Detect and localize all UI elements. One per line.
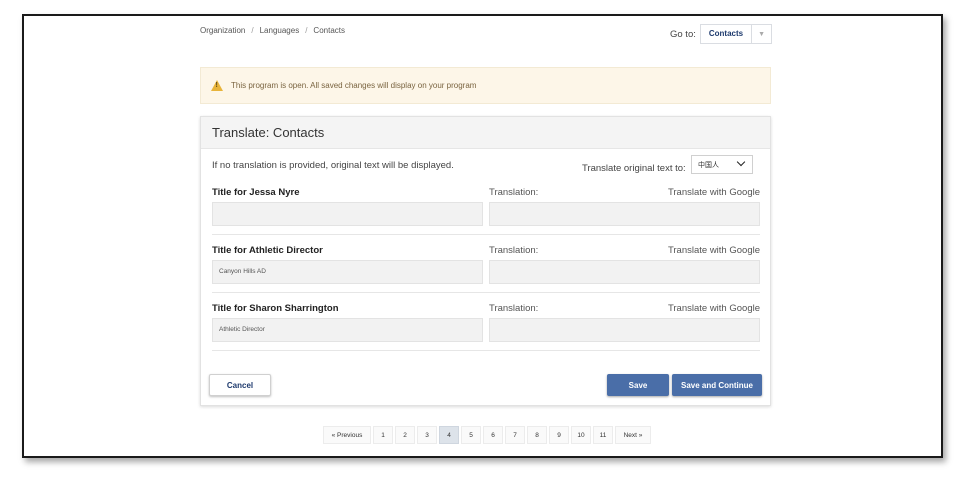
- original-text-field[interactable]: Athletic Director: [212, 318, 483, 342]
- page-button[interactable]: 5: [461, 426, 481, 444]
- translate-to-label: Translate original text to:: [582, 163, 686, 174]
- next-page-button[interactable]: Next »: [615, 426, 651, 444]
- cancel-button[interactable]: Cancel: [209, 374, 271, 396]
- intro-text: If no translation is provided, original …: [212, 160, 454, 171]
- page-button[interactable]: 3: [417, 426, 437, 444]
- previous-page-button[interactable]: « Previous: [323, 426, 371, 444]
- translate-with-google-link[interactable]: Translate with Google: [668, 187, 760, 198]
- row-divider: [212, 292, 760, 293]
- page-button[interactable]: 2: [395, 426, 415, 444]
- goto-value[interactable]: Contacts: [701, 25, 751, 43]
- goto-select[interactable]: Contacts ▼: [699, 24, 773, 44]
- card-title: Translate: Contacts: [212, 125, 325, 140]
- page-button-current[interactable]: 4: [439, 426, 459, 444]
- save-and-continue-button[interactable]: Save and Continue: [672, 374, 762, 396]
- translate-with-google-link[interactable]: Translate with Google: [668, 245, 760, 256]
- save-button[interactable]: Save: [607, 374, 669, 396]
- chevron-down-icon[interactable]: ▼: [751, 25, 771, 43]
- app-frame: Organization / Languages / Contacts Go to: C…: [22, 14, 943, 458]
- chevron-down-icon[interactable]: [736, 157, 746, 167]
- breadcrumb: Organization / Languages / Contacts: [200, 26, 345, 35]
- row-title: Title for Jessa Nyre: [212, 187, 300, 198]
- row-title: Title for Athletic Director: [212, 245, 323, 256]
- breadcrumb-separator: /: [305, 26, 308, 35]
- page-button[interactable]: 8: [527, 426, 547, 444]
- warning-icon: [211, 80, 223, 91]
- page-button[interactable]: 9: [549, 426, 569, 444]
- goto-label: Go to:: [670, 28, 696, 40]
- page-button[interactable]: 10: [571, 426, 591, 444]
- breadcrumb-organization[interactable]: Organization: [200, 26, 245, 35]
- translate-with-google-link[interactable]: Translate with Google: [668, 303, 760, 314]
- original-text-field[interactable]: Canyon Hills AD: [212, 260, 483, 284]
- language-value[interactable]: 中国人: [698, 160, 719, 170]
- translation-input[interactable]: [489, 260, 760, 284]
- breadcrumb-contacts: Contacts: [313, 26, 345, 35]
- translate-card: Translate: Contacts If no translation is…: [200, 116, 771, 406]
- row-divider: [212, 350, 760, 351]
- translation-input[interactable]: [489, 202, 760, 226]
- original-text-field[interactable]: [212, 202, 483, 226]
- translation-label: Translation:: [489, 187, 539, 198]
- page-button[interactable]: 1: [373, 426, 393, 444]
- breadcrumb-separator: /: [251, 26, 254, 35]
- alert-text: This program is open. All saved changes …: [231, 81, 477, 90]
- translation-label: Translation:: [489, 303, 539, 314]
- page-button[interactable]: 11: [593, 426, 613, 444]
- row-title: Title for Sharon Sharrington: [212, 303, 339, 314]
- program-open-alert: This program is open. All saved changes …: [200, 67, 771, 104]
- language-select[interactable]: 中国人: [691, 155, 753, 174]
- page-button[interactable]: 7: [505, 426, 525, 444]
- translation-label: Translation:: [489, 245, 539, 256]
- page-button[interactable]: 6: [483, 426, 503, 444]
- breadcrumb-languages[interactable]: Languages: [260, 26, 300, 35]
- pagination: « Previous 1 2 3 4 5 6 7 8 9 10 11 Next …: [323, 426, 651, 444]
- goto-control: Go to: Contacts ▼: [670, 24, 773, 44]
- card-header: Translate: Contacts: [201, 117, 770, 149]
- row-divider: [212, 234, 760, 235]
- translation-input[interactable]: [489, 318, 760, 342]
